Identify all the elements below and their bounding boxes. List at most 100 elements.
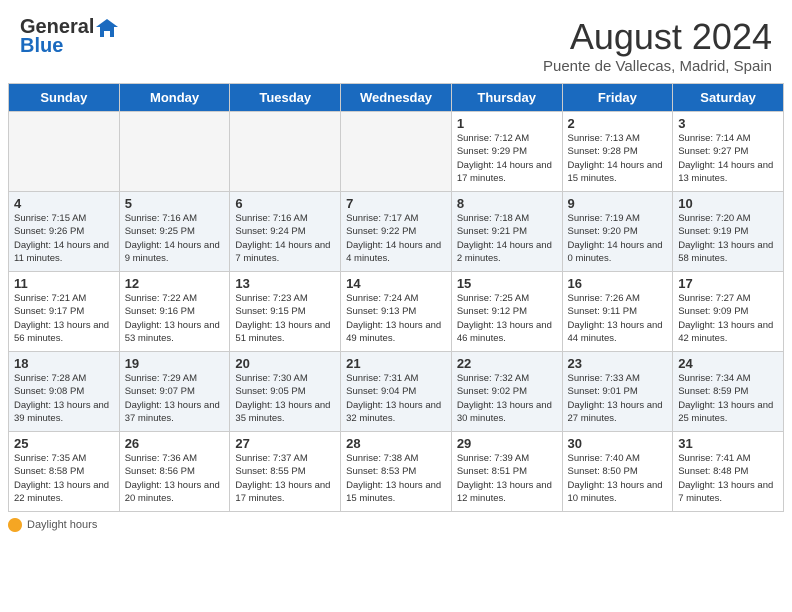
day-number: 10	[678, 196, 778, 211]
day-number: 23	[568, 356, 668, 371]
day-info: Sunrise: 7:32 AM Sunset: 9:02 PM Dayligh…	[457, 372, 557, 425]
calendar-cell	[9, 112, 120, 192]
day-info: Sunrise: 7:29 AM Sunset: 9:07 PM Dayligh…	[125, 372, 225, 425]
location: Puente de Vallecas, Madrid, Spain	[543, 58, 772, 75]
day-info: Sunrise: 7:38 AM Sunset: 8:53 PM Dayligh…	[346, 452, 446, 505]
day-number: 9	[568, 196, 668, 211]
calendar-cell: 20Sunrise: 7:30 AM Sunset: 9:05 PM Dayli…	[230, 352, 341, 432]
calendar-cell	[119, 112, 230, 192]
day-info: Sunrise: 7:33 AM Sunset: 9:01 PM Dayligh…	[568, 372, 668, 425]
calendar-cell: 3Sunrise: 7:14 AM Sunset: 9:27 PM Daylig…	[673, 112, 784, 192]
day-info: Sunrise: 7:24 AM Sunset: 9:13 PM Dayligh…	[346, 292, 446, 345]
day-number: 21	[346, 356, 446, 371]
day-number: 31	[678, 436, 778, 451]
calendar-cell: 23Sunrise: 7:33 AM Sunset: 9:01 PM Dayli…	[562, 352, 673, 432]
calendar-cell	[230, 112, 341, 192]
day-info: Sunrise: 7:26 AM Sunset: 9:11 PM Dayligh…	[568, 292, 668, 345]
day-info: Sunrise: 7:22 AM Sunset: 9:16 PM Dayligh…	[125, 292, 225, 345]
footer: Daylight hours	[0, 512, 792, 538]
day-number: 20	[235, 356, 335, 371]
day-info: Sunrise: 7:18 AM Sunset: 9:21 PM Dayligh…	[457, 212, 557, 265]
calendar-cell: 22Sunrise: 7:32 AM Sunset: 9:02 PM Dayli…	[451, 352, 562, 432]
month-year: August 2024	[543, 16, 772, 58]
calendar-cell: 14Sunrise: 7:24 AM Sunset: 9:13 PM Dayli…	[341, 272, 452, 352]
calendar-cell: 25Sunrise: 7:35 AM Sunset: 8:58 PM Dayli…	[9, 432, 120, 512]
calendar-cell: 24Sunrise: 7:34 AM Sunset: 8:59 PM Dayli…	[673, 352, 784, 432]
day-info: Sunrise: 7:13 AM Sunset: 9:28 PM Dayligh…	[568, 132, 668, 185]
day-header-saturday: Saturday	[673, 84, 784, 112]
day-info: Sunrise: 7:31 AM Sunset: 9:04 PM Dayligh…	[346, 372, 446, 425]
calendar-table: SundayMondayTuesdayWednesdayThursdayFrid…	[8, 83, 784, 512]
day-number: 16	[568, 276, 668, 291]
day-info: Sunrise: 7:27 AM Sunset: 9:09 PM Dayligh…	[678, 292, 778, 345]
day-number: 28	[346, 436, 446, 451]
day-number: 19	[125, 356, 225, 371]
day-info: Sunrise: 7:14 AM Sunset: 9:27 PM Dayligh…	[678, 132, 778, 185]
calendar-cell: 7Sunrise: 7:17 AM Sunset: 9:22 PM Daylig…	[341, 192, 452, 272]
day-number: 6	[235, 196, 335, 211]
day-info: Sunrise: 7:35 AM Sunset: 8:58 PM Dayligh…	[14, 452, 114, 505]
calendar-cell: 4Sunrise: 7:15 AM Sunset: 9:26 PM Daylig…	[9, 192, 120, 272]
day-number: 13	[235, 276, 335, 291]
day-info: Sunrise: 7:40 AM Sunset: 8:50 PM Dayligh…	[568, 452, 668, 505]
day-header-tuesday: Tuesday	[230, 84, 341, 112]
calendar-cell: 8Sunrise: 7:18 AM Sunset: 9:21 PM Daylig…	[451, 192, 562, 272]
calendar-cell: 1Sunrise: 7:12 AM Sunset: 9:29 PM Daylig…	[451, 112, 562, 192]
day-info: Sunrise: 7:28 AM Sunset: 9:08 PM Dayligh…	[14, 372, 114, 425]
day-number: 27	[235, 436, 335, 451]
calendar-cell: 29Sunrise: 7:39 AM Sunset: 8:51 PM Dayli…	[451, 432, 562, 512]
calendar-cell: 2Sunrise: 7:13 AM Sunset: 9:28 PM Daylig…	[562, 112, 673, 192]
calendar-cell	[341, 112, 452, 192]
day-number: 14	[346, 276, 446, 291]
day-info: Sunrise: 7:12 AM Sunset: 9:29 PM Dayligh…	[457, 132, 557, 185]
day-info: Sunrise: 7:34 AM Sunset: 8:59 PM Dayligh…	[678, 372, 778, 425]
day-number: 18	[14, 356, 114, 371]
logo-bird-icon	[96, 17, 118, 39]
day-number: 11	[14, 276, 114, 291]
day-number: 12	[125, 276, 225, 291]
day-info: Sunrise: 7:23 AM Sunset: 9:15 PM Dayligh…	[235, 292, 335, 345]
calendar-cell: 12Sunrise: 7:22 AM Sunset: 9:16 PM Dayli…	[119, 272, 230, 352]
day-number: 3	[678, 116, 778, 131]
logo: General Blue	[20, 16, 118, 58]
day-number: 26	[125, 436, 225, 451]
day-header-monday: Monday	[119, 84, 230, 112]
calendar-cell: 26Sunrise: 7:36 AM Sunset: 8:56 PM Dayli…	[119, 432, 230, 512]
calendar-cell: 17Sunrise: 7:27 AM Sunset: 9:09 PM Dayli…	[673, 272, 784, 352]
day-info: Sunrise: 7:20 AM Sunset: 9:19 PM Dayligh…	[678, 212, 778, 265]
day-info: Sunrise: 7:25 AM Sunset: 9:12 PM Dayligh…	[457, 292, 557, 345]
day-header-sunday: Sunday	[9, 84, 120, 112]
day-info: Sunrise: 7:21 AM Sunset: 9:17 PM Dayligh…	[14, 292, 114, 345]
calendar-cell: 15Sunrise: 7:25 AM Sunset: 9:12 PM Dayli…	[451, 272, 562, 352]
calendar-cell: 30Sunrise: 7:40 AM Sunset: 8:50 PM Dayli…	[562, 432, 673, 512]
day-number: 24	[678, 356, 778, 371]
day-number: 5	[125, 196, 225, 211]
calendar-cell: 11Sunrise: 7:21 AM Sunset: 9:17 PM Dayli…	[9, 272, 120, 352]
day-info: Sunrise: 7:16 AM Sunset: 9:24 PM Dayligh…	[235, 212, 335, 265]
calendar-cell: 21Sunrise: 7:31 AM Sunset: 9:04 PM Dayli…	[341, 352, 452, 432]
day-number: 1	[457, 116, 557, 131]
day-info: Sunrise: 7:15 AM Sunset: 9:26 PM Dayligh…	[14, 212, 114, 265]
calendar-cell: 19Sunrise: 7:29 AM Sunset: 9:07 PM Dayli…	[119, 352, 230, 432]
calendar-cell: 28Sunrise: 7:38 AM Sunset: 8:53 PM Dayli…	[341, 432, 452, 512]
day-info: Sunrise: 7:16 AM Sunset: 9:25 PM Dayligh…	[125, 212, 225, 265]
day-number: 30	[568, 436, 668, 451]
daylight-label: Daylight hours	[27, 519, 97, 531]
calendar-cell: 18Sunrise: 7:28 AM Sunset: 9:08 PM Dayli…	[9, 352, 120, 432]
calendar-cell: 13Sunrise: 7:23 AM Sunset: 9:15 PM Dayli…	[230, 272, 341, 352]
calendar-cell: 16Sunrise: 7:26 AM Sunset: 9:11 PM Dayli…	[562, 272, 673, 352]
day-number: 25	[14, 436, 114, 451]
day-number: 2	[568, 116, 668, 131]
day-info: Sunrise: 7:41 AM Sunset: 8:48 PM Dayligh…	[678, 452, 778, 505]
calendar-cell: 6Sunrise: 7:16 AM Sunset: 9:24 PM Daylig…	[230, 192, 341, 272]
page-header: General Blue August 2024 Puente de Valle…	[0, 0, 792, 83]
calendar-cell: 9Sunrise: 7:19 AM Sunset: 9:20 PM Daylig…	[562, 192, 673, 272]
day-info: Sunrise: 7:19 AM Sunset: 9:20 PM Dayligh…	[568, 212, 668, 265]
title-block: August 2024 Puente de Vallecas, Madrid, …	[543, 16, 772, 75]
sun-icon	[8, 518, 22, 532]
calendar-cell: 31Sunrise: 7:41 AM Sunset: 8:48 PM Dayli…	[673, 432, 784, 512]
day-number: 22	[457, 356, 557, 371]
day-info: Sunrise: 7:30 AM Sunset: 9:05 PM Dayligh…	[235, 372, 335, 425]
calendar-cell: 5Sunrise: 7:16 AM Sunset: 9:25 PM Daylig…	[119, 192, 230, 272]
day-info: Sunrise: 7:37 AM Sunset: 8:55 PM Dayligh…	[235, 452, 335, 505]
